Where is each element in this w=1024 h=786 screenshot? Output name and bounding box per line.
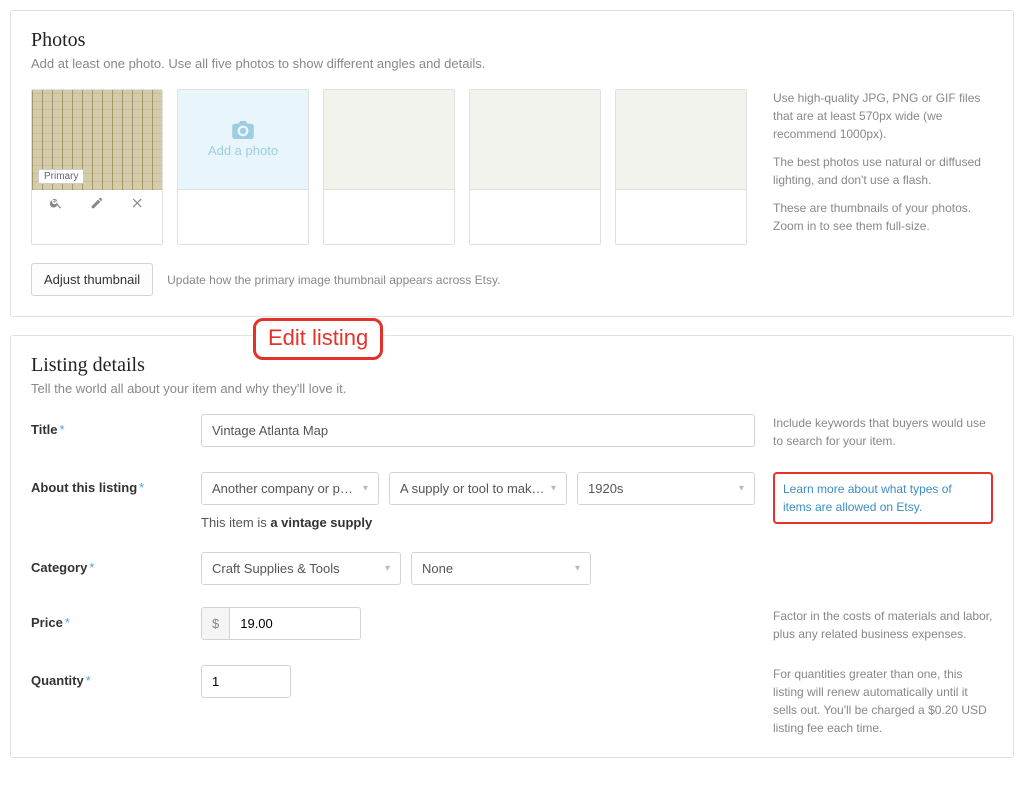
photos-panel: Photos Add at least one photo. Use all f… — [10, 10, 1014, 317]
help-title: Include keywords that buyers would use t… — [773, 414, 993, 450]
photos-title: Photos — [31, 29, 993, 52]
delete-icon[interactable] — [130, 196, 146, 213]
photo-actions-empty — [178, 190, 308, 218]
photo-slot-2-add[interactable]: Add a photo — [178, 90, 308, 190]
label-category: Category* — [31, 552, 201, 575]
camera-icon — [232, 121, 254, 139]
row-about: About this listing* Another company or p… — [31, 472, 993, 530]
chevron-down-icon: ▾ — [385, 563, 390, 574]
details-subtitle: Tell the world all about your item and w… — [31, 381, 993, 396]
photo-slot-2-wrap: Add a photo — [177, 89, 309, 245]
price-input[interactable] — [230, 608, 360, 639]
adjust-thumbnail-hint: Update how the primary image thumbnail a… — [167, 273, 500, 287]
main-about: Another company or pers▾ A supply or too… — [201, 472, 755, 530]
allowed-items-link[interactable]: Learn more about what types of items are… — [783, 482, 952, 514]
details-title: Listing details — [31, 354, 993, 377]
row-category: Category* Craft Supplies & Tools▾ None▾ — [31, 552, 993, 585]
label-title: Title* — [31, 414, 201, 437]
photos-help-3: These are thumbnails of your photos. Zoo… — [773, 199, 993, 235]
allowed-items-link-box: Learn more about what types of items are… — [773, 472, 993, 524]
label-quantity: Quantity* — [31, 665, 201, 688]
photo-actions-empty-3 — [324, 190, 454, 218]
photo-slot-1[interactable]: Primary — [32, 90, 162, 190]
item-is-text: This item is a vintage supply — [201, 515, 755, 530]
photos-subtitle: Add at least one photo. Use all five pho… — [31, 56, 993, 71]
category-secondary-select[interactable]: None▾ — [411, 552, 591, 585]
photo-slot-4-wrap — [469, 89, 601, 245]
label-price: Price* — [31, 607, 201, 630]
photo-slot-4[interactable] — [470, 90, 600, 190]
row-title: Title* Include keywords that buyers woul… — [31, 414, 993, 450]
photos-help: Use high-quality JPG, PNG or GIF files t… — [773, 89, 993, 245]
about-who-select[interactable]: Another company or pers▾ — [201, 472, 379, 505]
photo-slot-5-wrap — [615, 89, 747, 245]
adjust-thumb-row: Adjust thumbnail Update how the primary … — [31, 263, 993, 296]
price-input-wrap: $ — [201, 607, 361, 640]
chevron-down-icon: ▾ — [551, 483, 556, 494]
title-input[interactable] — [201, 414, 755, 447]
help-price: Factor in the costs of materials and lab… — [773, 607, 993, 643]
currency-symbol: $ — [202, 608, 230, 639]
photo-slot-5[interactable] — [616, 90, 746, 190]
quantity-input[interactable] — [201, 665, 291, 698]
label-about: About this listing* — [31, 472, 201, 495]
listing-details-panel: Edit listing Listing details Tell the wo… — [10, 335, 1014, 758]
chevron-down-icon: ▾ — [575, 563, 580, 574]
adjust-thumbnail-button[interactable]: Adjust thumbnail — [31, 263, 153, 296]
main-price: $ — [201, 607, 755, 640]
about-when-select[interactable]: 1920s▾ — [577, 472, 755, 505]
row-quantity: Quantity* For quantities greater than on… — [31, 665, 993, 737]
chevron-down-icon: ▾ — [739, 483, 744, 494]
main-category: Craft Supplies & Tools▾ None▾ — [201, 552, 755, 585]
zoom-icon[interactable] — [48, 196, 64, 213]
photo-slots: Primary Add a photo — [31, 89, 759, 245]
add-photo-label: Add a photo — [208, 143, 278, 158]
chevron-down-icon: ▾ — [363, 483, 368, 494]
main-title — [201, 414, 755, 447]
help-about: Learn more about what types of items are… — [773, 472, 993, 524]
photo-slot-1-wrap: Primary — [31, 89, 163, 245]
edit-icon[interactable] — [89, 196, 105, 213]
photo-actions-empty-5 — [616, 190, 746, 218]
photo-actions-empty-4 — [470, 190, 600, 218]
photos-help-1: Use high-quality JPG, PNG or GIF files t… — [773, 89, 993, 143]
photos-help-2: The best photos use natural or diffused … — [773, 153, 993, 189]
photo-slot-3[interactable] — [324, 90, 454, 190]
photo-slot-3-wrap — [323, 89, 455, 245]
row-price: Price* $ Factor in the costs of material… — [31, 607, 993, 643]
help-quantity: For quantities greater than one, this li… — [773, 665, 993, 737]
photo-actions — [32, 190, 162, 219]
annotation-edit-listing: Edit listing — [253, 318, 383, 360]
primary-badge: Primary — [38, 169, 84, 184]
photos-row: Primary Add a photo — [31, 89, 993, 245]
category-primary-select[interactable]: Craft Supplies & Tools▾ — [201, 552, 401, 585]
about-what-select[interactable]: A supply or tool to make t▾ — [389, 472, 567, 505]
main-quantity — [201, 665, 755, 698]
